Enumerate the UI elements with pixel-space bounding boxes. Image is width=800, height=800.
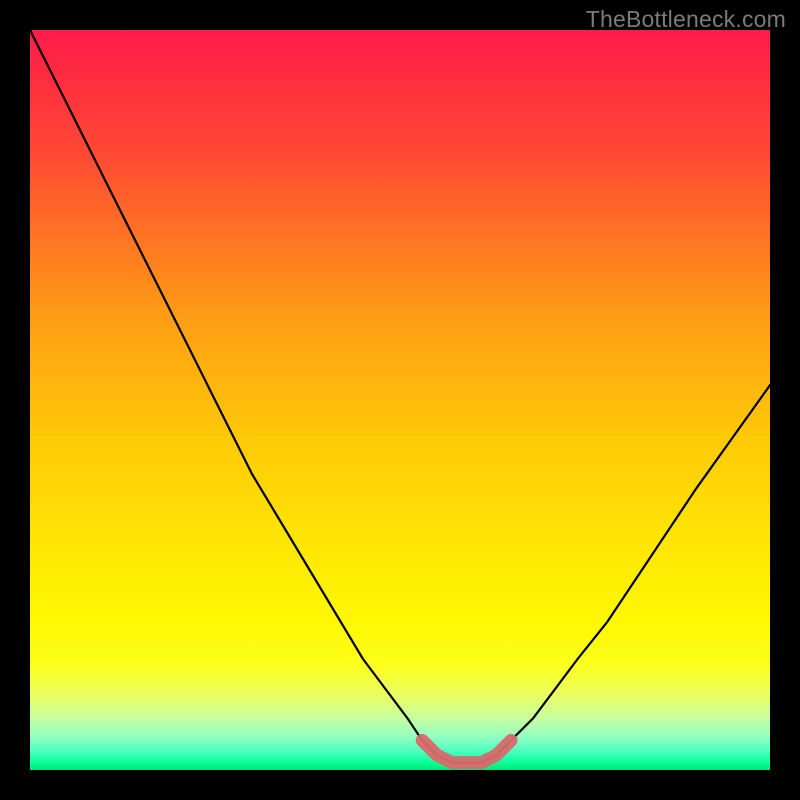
plot-inner (30, 30, 770, 770)
optimal-band-marker (422, 740, 511, 762)
bottleneck-curve (30, 30, 770, 770)
curve-line (30, 30, 770, 763)
watermark-text: TheBottleneck.com (586, 6, 786, 33)
plot-area (30, 30, 770, 770)
